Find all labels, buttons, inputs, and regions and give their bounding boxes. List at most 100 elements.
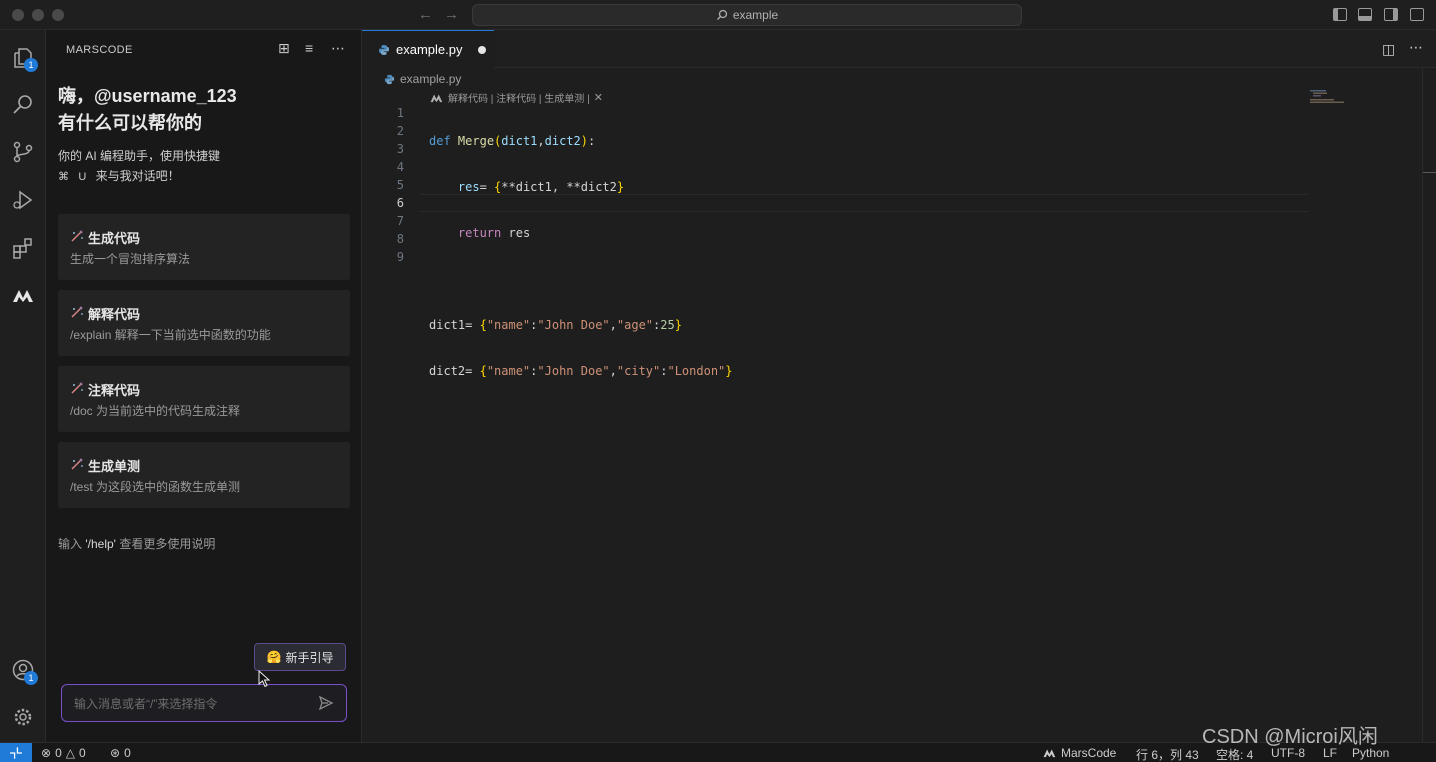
greeting-username: 嗨，@username_123: [58, 86, 237, 106]
card-generate-code[interactable]: 生成代码 生成一个冒泡排序算法: [58, 214, 350, 280]
minimize-window-button[interactable]: [32, 9, 44, 21]
back-arrow-icon[interactable]: ←: [418, 6, 433, 23]
beginner-guide-button[interactable]: 🤗 新手引导: [254, 643, 346, 671]
sparkle-icon: [71, 306, 83, 318]
code-line-3: return res: [457, 226, 531, 240]
account-badge: 1: [24, 671, 38, 685]
new-chat-icon[interactable]: ⊞: [278, 40, 290, 57]
line-number-active: 6: [396, 196, 404, 210]
hugging-face-icon: 🤗: [266, 650, 282, 664]
toggle-sidebar-icon[interactable]: [1333, 8, 1347, 21]
extensions-icon[interactable]: [9, 234, 37, 262]
code-line-2: res= {**dict1, **dict2}: [457, 180, 625, 194]
csdn-watermark: CSDN @Microi风闲: [1202, 726, 1378, 748]
guide-label: 新手引导: [285, 650, 334, 665]
ports-count: 0: [124, 746, 131, 760]
code-line-6: dict2= {"name":"John Doe","city":"London…: [429, 364, 733, 378]
codelens-actions: 解释代码 | 注释代码 | 生成单测 | ✕: [430, 90, 603, 105]
tab-example-py[interactable]: example.py: [362, 30, 494, 68]
line-number: 5: [396, 178, 404, 192]
marscode-status[interactable]: MarsCode: [1043, 746, 1116, 760]
sparkle-icon: [71, 458, 83, 470]
run-debug-icon[interactable]: [9, 186, 37, 214]
python-file-icon: [384, 74, 395, 84]
marscode-icon: [430, 94, 443, 102]
gear-icon[interactable]: [9, 703, 37, 731]
card-desc: /explain 解释一下当前选中函数的功能: [70, 328, 271, 342]
customize-layout-icon[interactable]: [1410, 8, 1424, 21]
marscode-icon[interactable]: [9, 282, 37, 310]
editor-tab-bar: example.py ◫ ⋯: [362, 30, 1436, 68]
toggle-panel-icon[interactable]: [1358, 8, 1372, 21]
cursor-position[interactable]: 行 6，列 43: [1136, 746, 1199, 762]
explorer-badge: 1: [24, 58, 38, 72]
line-number: 1: [396, 106, 404, 120]
settings-sliders-icon[interactable]: ≡: [305, 40, 313, 56]
warning-count: 0: [78, 746, 86, 760]
line-number: 4: [396, 160, 404, 174]
card-generate-tests[interactable]: 生成单测 /test 为这段选中的函数生成单测: [58, 442, 350, 508]
card-title: 解释代码: [88, 307, 141, 322]
error-icon: ⊗: [41, 746, 52, 760]
line-number: 7: [396, 214, 404, 228]
more-actions-icon[interactable]: ⋯: [331, 40, 345, 57]
code-line-1: def Merge(dict1,dict2):: [429, 134, 596, 148]
minimap[interactable]: [1310, 90, 1360, 104]
card-title: 生成单测: [88, 459, 141, 474]
shortcut-cmd-key: ⌘: [58, 171, 69, 183]
card-desc: /doc 为当前选中的代码生成注释: [70, 404, 241, 418]
line-number-gutter: 1 2 3 4 5 6 7 8 9: [362, 104, 404, 266]
forward-arrow-icon[interactable]: →: [444, 6, 459, 23]
activity-bar: 1 1: [0, 30, 46, 742]
problems-indicator[interactable]: ⊗ 0 △ 0: [41, 746, 86, 760]
intro-text-2: 来与我对话吧！: [95, 169, 180, 183]
chat-input[interactable]: [74, 694, 304, 714]
command-center-text: example: [732, 8, 779, 22]
warning-icon: △: [65, 746, 75, 760]
card-desc: /test 为这段选中的函数生成单测: [70, 480, 241, 494]
maximize-window-button[interactable]: [52, 9, 64, 21]
codelens-links[interactable]: 解释代码 | 注释代码 | 生成单测 |: [448, 90, 590, 105]
card-title: 注释代码: [88, 383, 141, 398]
help-command: '/help': [85, 537, 116, 551]
marscode-sidebar: MARSCODE ⊞ ≡ ⋯ 嗨，@username_123 有什么可以帮你的 …: [46, 30, 362, 742]
send-icon[interactable]: [318, 695, 334, 711]
code-line-5: dict1= {"name":"John Doe","age":25}: [429, 318, 682, 332]
ports-indicator[interactable]: ⊛ 0: [110, 746, 131, 760]
close-window-button[interactable]: [12, 9, 24, 21]
code-lines: def Merge(dict1,dict2): res= {**dict1, *…: [429, 104, 733, 546]
sparkle-icon: [71, 382, 83, 394]
sidebar-title: MARSCODE: [66, 44, 133, 56]
card-desc: 生成一个冒泡排序算法: [70, 252, 191, 266]
command-center-search[interactable]: example: [472, 4, 1022, 26]
python-file-icon: [379, 44, 389, 55]
breadcrumb-file[interactable]: example.py: [400, 72, 461, 86]
unsaved-dot-icon[interactable]: [478, 45, 487, 54]
toggle-secondary-sidebar-icon[interactable]: [1384, 8, 1398, 21]
chat-input-box[interactable]: [61, 684, 347, 722]
line-number: 8: [396, 232, 404, 246]
remote-icon: [10, 747, 22, 759]
marscode-icon: [1043, 749, 1056, 758]
remote-indicator[interactable]: [0, 743, 32, 762]
search-icon: [716, 9, 727, 20]
search-icon[interactable]: [9, 90, 37, 118]
title-bar: ← → example: [0, 0, 1436, 30]
shortcut-u-key: U: [78, 171, 87, 183]
card-comment-code[interactable]: 注释代码 /doc 为当前选中的代码生成注释: [58, 366, 350, 432]
help-hint: 输入 '/help' 查看更多使用说明: [58, 535, 215, 552]
code-editor[interactable]: example.py 解释代码 | 注释代码 | 生成单测 | ✕ 1 2 3 …: [362, 68, 1436, 742]
greeting: 嗨，@username_123 有什么可以帮你的: [58, 83, 237, 137]
source-control-icon[interactable]: [9, 138, 37, 166]
broadcast-icon: ⊛: [110, 746, 121, 760]
line-number: 9: [396, 250, 404, 264]
split-editor-icon[interactable]: ◫: [1382, 41, 1395, 58]
vertical-scrollbar[interactable]: [1422, 68, 1436, 742]
more-actions-icon[interactable]: ⋯: [1409, 39, 1423, 56]
close-icon[interactable]: ✕: [594, 91, 603, 104]
card-explain-code[interactable]: 解释代码 /explain 解释一下当前选中函数的功能: [58, 290, 350, 356]
